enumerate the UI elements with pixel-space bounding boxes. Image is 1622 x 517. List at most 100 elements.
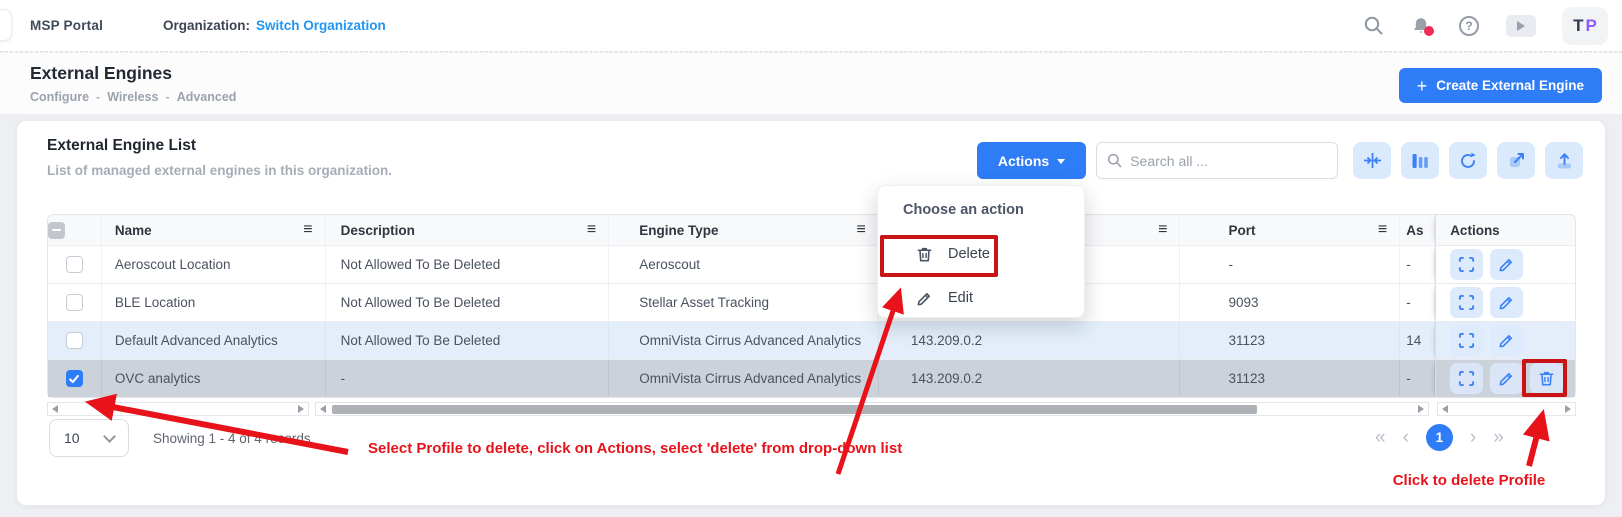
cell-actions <box>1435 246 1575 283</box>
sidebar-collapse-button[interactable] <box>0 9 12 41</box>
expand-icon <box>1458 332 1475 349</box>
column-header-description: Description <box>341 223 415 238</box>
scrollbar-thumb[interactable] <box>332 405 1257 414</box>
pagination-prev[interactable]: ‹ <box>1403 427 1409 449</box>
pagination-next[interactable]: › <box>1470 427 1476 449</box>
expand-row-button[interactable] <box>1450 249 1483 280</box>
breadcrumb-configure[interactable]: Configure <box>30 90 89 104</box>
cell-actions <box>1435 322 1575 359</box>
pagination: « ‹ 1 › » <box>1375 424 1504 451</box>
annotation-select-profile: Select Profile to delete, click on Actio… <box>368 440 902 457</box>
fit-columns-button[interactable] <box>1353 142 1391 179</box>
cell-engine-type: OmniVista Cirrus Advanced Analytics <box>609 322 879 359</box>
column-menu-icon[interactable]: ≡ <box>1158 221 1167 239</box>
breadcrumb-wireless[interactable]: Wireless <box>107 90 158 104</box>
switch-organization-link[interactable]: Switch Organization <box>256 18 386 33</box>
card-title: External Engine List <box>47 137 196 155</box>
annotation-box-trash <box>1522 359 1567 397</box>
menu-item-edit[interactable]: Edit <box>890 280 1074 316</box>
refresh-button[interactable] <box>1449 142 1487 179</box>
cell-port: 31123 <box>1180 322 1400 359</box>
cell-name: BLE Location <box>102 284 326 321</box>
cell-actions <box>1435 284 1575 321</box>
scroll-left-icon[interactable] <box>320 405 326 413</box>
expand-row-button[interactable] <box>1450 363 1483 394</box>
records-count-text: Showing 1 - 4 of 4 records <box>153 431 311 446</box>
pinned-column-scrollbar[interactable] <box>1437 402 1576 416</box>
select-all-checkbox[interactable] <box>48 222 65 239</box>
cell-name: Default Advanced Analytics <box>102 322 326 359</box>
columns-icon <box>1411 152 1429 170</box>
notifications-bell-icon[interactable] <box>1410 15 1432 37</box>
actions-dropdown-button[interactable]: Actions <box>977 142 1086 179</box>
edit-row-button[interactable] <box>1490 249 1523 280</box>
help-icon[interactable]: ? <box>1458 15 1480 37</box>
scroll-right-icon[interactable] <box>1565 405 1571 413</box>
row-checkbox[interactable] <box>66 256 83 273</box>
cell-as: - <box>1400 360 1435 397</box>
frozen-columns-scrollbar[interactable] <box>47 402 309 416</box>
upload-icon <box>1555 151 1574 170</box>
row-checkbox[interactable] <box>66 294 83 311</box>
cell-description: Not Allowed To Be Deleted <box>326 246 610 283</box>
scroll-left-icon[interactable] <box>1442 405 1448 413</box>
breadcrumb: Configure-Wireless-Advanced <box>30 90 236 104</box>
pagination-first[interactable]: « <box>1375 427 1386 449</box>
column-header-name: Name <box>115 223 152 238</box>
breadcrumb-advanced[interactable]: Advanced <box>177 90 237 104</box>
search-field <box>1096 142 1338 179</box>
column-menu-icon[interactable]: ≡ <box>303 221 312 239</box>
expand-icon <box>1458 370 1475 387</box>
column-menu-icon[interactable]: ≡ <box>587 221 596 239</box>
search-input[interactable] <box>1130 153 1327 169</box>
organization-label: Organization:Switch Organization <box>163 18 386 33</box>
user-avatar[interactable]: T P <box>1562 7 1608 45</box>
notification-badge <box>1424 26 1434 36</box>
caret-down-icon <box>1057 159 1065 164</box>
app-window: MSP Portal Organization:Switch Organizat… <box>0 0 1622 517</box>
scroll-right-icon[interactable] <box>298 405 304 413</box>
cell-name: Aeroscout Location <box>102 246 326 283</box>
column-menu-icon[interactable]: ≡ <box>1378 221 1387 239</box>
topbar: MSP Portal Organization:Switch Organizat… <box>0 0 1622 52</box>
row-checkbox[interactable] <box>66 332 83 349</box>
pencil-icon <box>1498 370 1515 387</box>
table-row: BLE Location Not Allowed To Be Deleted S… <box>48 283 1575 321</box>
page-title: External Engines <box>30 63 172 84</box>
pagination-last[interactable]: » <box>1493 427 1504 449</box>
search-icon <box>1107 152 1122 169</box>
table-row-selected: OVC analytics - OmniVista Cirrus Advance… <box>48 359 1575 397</box>
page-size-select[interactable]: 10 <box>49 419 129 457</box>
expand-icon <box>1458 294 1475 311</box>
page-header: External Engines Configure-Wireless-Adva… <box>0 53 1622 114</box>
cell-port: - <box>1180 246 1400 283</box>
cell-engine-type: Aeroscout <box>609 246 879 283</box>
manage-columns-button[interactable] <box>1401 142 1439 179</box>
export-upload-button[interactable] <box>1545 142 1583 179</box>
column-menu-icon[interactable]: ≡ <box>857 221 866 239</box>
cell-as: - <box>1400 246 1435 283</box>
external-engine-table: Name≡ Description≡ Engine Type≡ ≡ Port≡ … <box>47 214 1576 398</box>
cell-description: Not Allowed To Be Deleted <box>326 284 610 321</box>
scroll-left-icon[interactable] <box>52 405 58 413</box>
cell-as: 14 <box>1400 322 1435 359</box>
edit-row-button[interactable] <box>1490 287 1523 318</box>
open-external-button[interactable] <box>1497 142 1535 179</box>
table-row: Aeroscout Location Not Allowed To Be Del… <box>48 245 1575 283</box>
row-checkbox-checked[interactable] <box>66 370 83 387</box>
column-header-engine-type: Engine Type <box>639 223 718 238</box>
search-icon[interactable] <box>1362 15 1384 37</box>
expand-row-button[interactable] <box>1450 325 1483 356</box>
pagination-current-page[interactable]: 1 <box>1426 424 1453 451</box>
create-external-engine-button[interactable]: + Create External Engine <box>1399 68 1602 103</box>
edit-row-button[interactable] <box>1490 363 1523 394</box>
expand-row-button[interactable] <box>1450 287 1483 318</box>
table-horizontal-scrollbar[interactable] <box>315 402 1429 416</box>
brand-title: MSP Portal <box>30 18 103 33</box>
refresh-icon <box>1458 151 1478 171</box>
pencil-icon <box>1498 332 1515 349</box>
edit-row-button[interactable] <box>1490 325 1523 356</box>
video-tutorial-icon[interactable] <box>1506 15 1536 37</box>
scroll-right-icon[interactable] <box>1418 405 1424 413</box>
cell-engine-type: Stellar Asset Tracking <box>609 284 879 321</box>
